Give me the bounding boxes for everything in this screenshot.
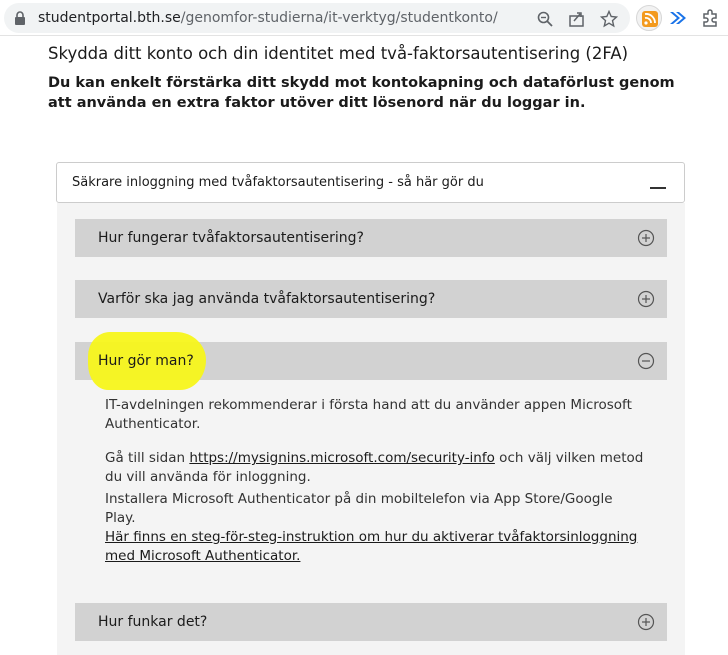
accordion-item-label-highlighted: Hur gör man?: [98, 353, 194, 369]
accordion-item-label: Hur fungerar tvåfaktorsautentisering?: [98, 230, 364, 246]
page-heading: Skydda ditt konto och din identitet med …: [48, 44, 629, 63]
plus-circle-icon[interactable]: [637, 229, 655, 247]
intro-text: Du kan enkelt förstärka ditt skydd mot k…: [48, 75, 675, 111]
bookmark-star-icon[interactable]: [600, 10, 618, 28]
url-host: studentportal.bth.se: [38, 10, 181, 26]
url-text[interactable]: studentportal.bth.se/genomfor-studierna/…: [38, 10, 498, 26]
url-path: /genomfor-studierna/it-verktyg/studentko…: [180, 10, 498, 26]
accordion-item-how-it-works[interactable]: Hur fungerar tvåfaktorsautentisering?: [75, 219, 667, 257]
accordion-title: Säkrare inloggning med tvåfaktorsautenti…: [72, 175, 484, 190]
plus-circle-icon[interactable]: [637, 290, 655, 308]
plus-circle-icon[interactable]: [637, 613, 655, 631]
expanded-paragraph-4: Här finns en steg-för-steg-instruktion o…: [105, 528, 645, 566]
browser-toolbar: studentportal.bth.se/genomfor-studierna/…: [0, 0, 728, 36]
rss-extension-icon[interactable]: [636, 5, 662, 31]
expanded-paragraph-1: IT-avdelningen rekommenderar i första ha…: [105, 397, 632, 432]
accordion-item-label: Hur funkar det?: [98, 614, 208, 630]
address-bar[interactable]: studentportal.bth.se/genomfor-studierna/…: [4, 3, 630, 33]
accordion-item-how-does-it-work[interactable]: Hur funkar det?: [75, 603, 667, 641]
accordion-header[interactable]: Säkrare inloggning med tvåfaktorsautenti…: [56, 162, 685, 203]
lock-icon[interactable]: [14, 11, 26, 25]
expanded-paragraph-2: Gå till sidan https://mysignins.microsof…: [105, 449, 645, 487]
collapse-icon[interactable]: [650, 187, 666, 189]
zoom-icon[interactable]: [536, 10, 554, 28]
instructions-link[interactable]: Här finns en steg-för-steg-instruktion o…: [105, 529, 637, 564]
accordion-item-why-use[interactable]: Varför ska jag använda tvåfaktorsautenti…: [75, 280, 667, 318]
security-info-link[interactable]: https://mysignins.microsoft.com/security…: [189, 450, 495, 466]
arrow-extension-icon[interactable]: [668, 8, 688, 28]
accordion-item-label: Varför ska jag använda tvåfaktorsautenti…: [98, 291, 436, 307]
puzzle-extension-icon[interactable]: [700, 8, 720, 28]
p2-text-before: Gå till sidan: [105, 450, 190, 466]
expanded-paragraph-3: Installera Microsoft Authenticator på di…: [105, 491, 613, 526]
share-icon[interactable]: [568, 10, 586, 28]
minus-circle-icon[interactable]: [637, 352, 655, 370]
